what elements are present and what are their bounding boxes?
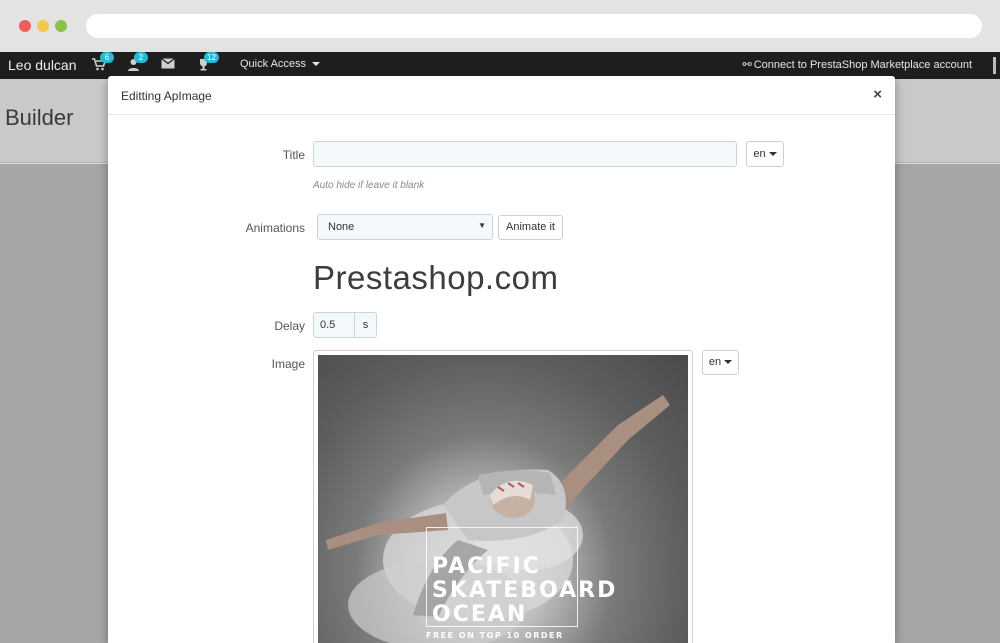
title-label: Title [282,148,305,162]
title-language-dropdown[interactable]: en [746,141,784,167]
delay-unit-addon: s [354,312,377,338]
animations-label: Animations [245,221,305,235]
select-arrow-icon: ▼ [478,221,486,230]
trophy-icon[interactable]: 12 [195,52,219,72]
title-help-text: Auto hide if leave it blank [313,180,425,191]
caret-down-icon [724,360,733,365]
shop-name[interactable]: Leo dulcan [8,57,77,73]
cart-icon[interactable]: 6 [91,52,114,72]
delay-input[interactable] [313,312,355,338]
close-window-dot[interactable] [19,20,31,32]
animation-selected-value: None [328,221,355,233]
admin-top-bar: Leo dulcan 6 2 12 Quick Access ⚯ Connect … [0,52,1000,79]
marketplace-connect-link[interactable]: ⚯ Connect to PrestaShop Marketplace accou… [742,58,972,71]
animate-it-button[interactable]: Animate it [498,215,563,240]
messages-badge: 12 [204,52,219,63]
customer-icon[interactable]: 2 [125,52,148,72]
caret-down-icon [768,152,777,157]
page-title: Builder [5,105,74,130]
poster-line-3: OCEAN [432,602,528,627]
image-language-label: en [708,356,722,368]
image-thumbnail[interactable]: PACIFIC SKATEBOARD OCEAN FREE ON TOP 10 … [313,350,693,643]
image-label: Image [271,357,305,371]
customers-badge: 2 [134,52,148,63]
image-language-dropdown[interactable]: en [702,350,739,375]
link-icon: ⚯ [742,59,752,71]
skateboard-poster-image: PACIFIC SKATEBOARD OCEAN FREE ON TOP 10 … [318,355,688,643]
poster-line-1: PACIFIC [432,554,541,579]
delay-label: Delay [274,319,305,333]
animation-preview-text: Prestashop.com [313,259,559,296]
animation-select[interactable]: None ▼ [317,214,493,240]
poster-line-2: SKATEBOARD [432,578,618,603]
close-icon[interactable]: × [873,86,882,103]
marketplace-connect-label: Connect to PrestaShop Marketplace accoun… [753,59,972,71]
modal-title: Editting ApImage [121,89,212,103]
quick-access-label: Quick Access [240,58,307,70]
cart-badge: 6 [100,52,114,63]
quick-access-menu[interactable]: Quick Access [240,58,321,70]
caret-down-icon [312,62,321,67]
title-input[interactable] [313,141,737,167]
edit-image-modal: Editting ApImage × Title en Auto hide if… [108,76,895,643]
title-language-label: en [753,148,766,160]
poster-subtitle: FREE ON TOP 10 ORDER [426,631,564,640]
toolbar-edge [993,57,996,74]
minimize-window-dot[interactable] [37,20,49,32]
envelope-icon[interactable] [160,58,176,72]
browser-chrome [0,0,1000,52]
modal-header: Editting ApImage × [108,76,895,115]
maximize-window-dot[interactable] [55,20,67,32]
address-bar[interactable] [86,14,982,38]
